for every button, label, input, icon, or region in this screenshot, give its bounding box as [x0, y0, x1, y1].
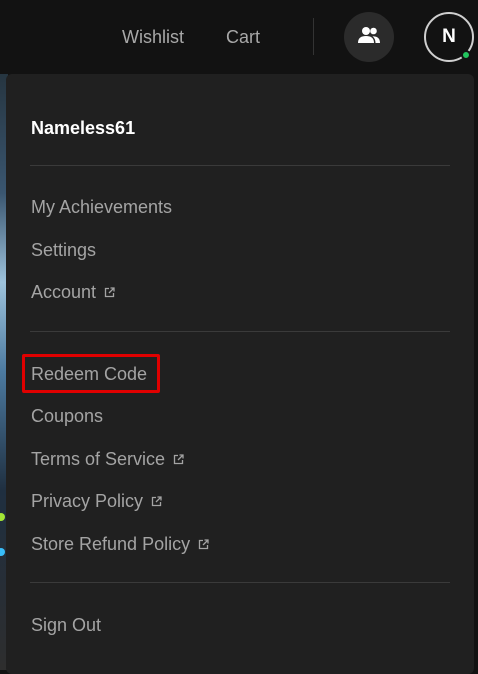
menu-item-label: Sign Out	[31, 615, 102, 635]
menu-item-label: Account	[31, 282, 97, 302]
menu-divider	[30, 582, 450, 583]
menu-divider	[30, 165, 450, 166]
menu-item-coupons[interactable]: Coupons	[31, 404, 103, 428]
menu-item-label: Coupons	[31, 406, 104, 426]
wishlist-link[interactable]: Wishlist	[122, 26, 184, 48]
external-link-icon	[151, 495, 162, 507]
top-navigation-bar: Wishlist Cart N	[0, 0, 478, 74]
menu-item-label: Store Refund Policy	[31, 534, 191, 554]
username: Nameless61	[31, 118, 136, 138]
external-link-icon	[173, 453, 184, 465]
menu-item-label: Privacy Policy	[31, 491, 144, 511]
menu-item-label: Settings	[31, 240, 97, 260]
external-link-icon	[198, 538, 209, 550]
nav-divider	[313, 18, 314, 55]
menu-item-redeem-code[interactable]: Redeem Code	[31, 362, 147, 386]
menu-item-account[interactable]: Account	[31, 280, 115, 304]
menu-item-store-refund-policy[interactable]: Store Refund Policy	[31, 532, 209, 556]
cart-link[interactable]: Cart	[226, 26, 260, 48]
friends-icon	[357, 26, 381, 49]
menu-item-label: Terms of Service	[31, 449, 166, 469]
friends-button[interactable]	[344, 12, 394, 62]
menu-item-terms-of-service[interactable]: Terms of Service	[31, 447, 184, 471]
external-link-icon	[104, 286, 115, 298]
menu-item-label: My Achievements	[31, 197, 173, 217]
online-status-dot	[461, 50, 471, 60]
menu-item-my-achievements[interactable]: My Achievements	[31, 195, 172, 219]
menu-divider	[30, 331, 450, 332]
menu-item-privacy-policy[interactable]: Privacy Policy	[31, 489, 162, 513]
avatar-initial: N	[442, 26, 456, 47]
menu-item-label: Redeem Code	[31, 364, 148, 384]
account-dropdown-menu: Nameless61 My Achievements Settings Acco…	[6, 74, 474, 674]
menu-item-settings[interactable]: Settings	[31, 238, 96, 262]
sign-out-button[interactable]: Sign Out	[31, 613, 101, 637]
